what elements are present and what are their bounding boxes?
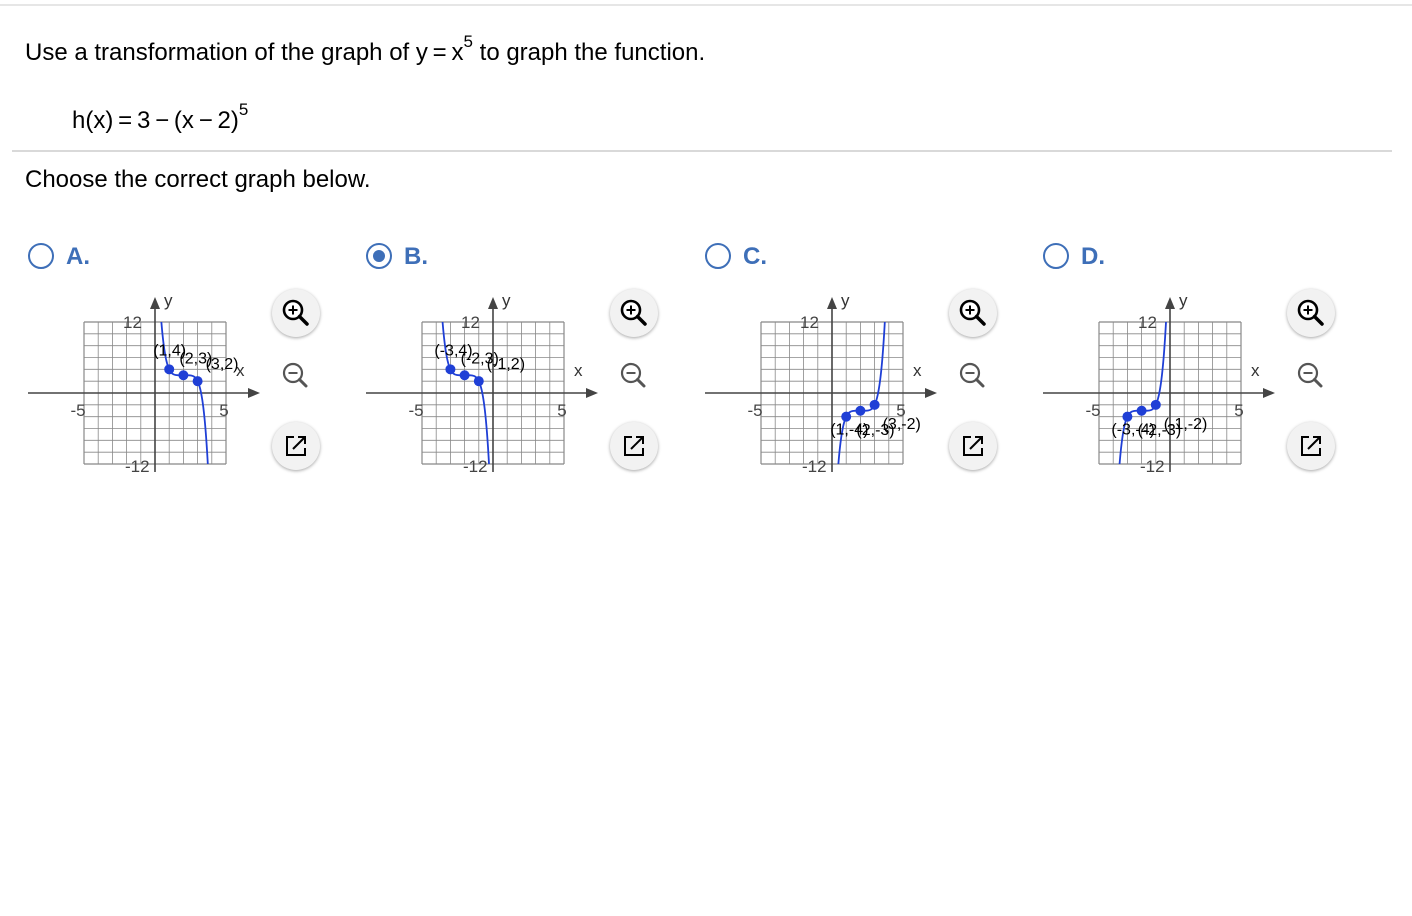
- x-tick-label: 5: [1234, 401, 1243, 420]
- x-axis-label: x: [913, 361, 922, 380]
- open-in-new-window-icon: [1301, 436, 1321, 456]
- data-point: [178, 370, 189, 381]
- option-a-graph: yx12-12-5 5(1,4)(2,3)(3,2): [28, 291, 260, 476]
- question-suffix: to graph the function.: [472, 39, 706, 66]
- y-tick-label: -12: [463, 457, 488, 476]
- point-label: (3,2): [206, 356, 239, 373]
- open-new-window-button[interactable]: [272, 422, 320, 470]
- open-in-new-window-icon: [963, 436, 983, 456]
- data-point: [459, 370, 470, 381]
- option-c[interactable]: C. y x 12 -12 -5 5 (1,-4) (2,-3) (3,-2): [705, 243, 1043, 483]
- open-in-new-window-icon: [624, 436, 644, 456]
- zoom-out-button[interactable]: [610, 352, 658, 400]
- data-point: [445, 364, 456, 375]
- zoom-out-button[interactable]: [272, 352, 320, 400]
- data-point: [869, 399, 880, 410]
- open-new-window-button[interactable]: [1287, 422, 1335, 470]
- y-axis-label: y: [841, 291, 850, 310]
- option-c-graph: yx12-12-5 5(1,-4)(2,-3)(3,-2): [705, 291, 937, 476]
- y-tick-label: 12: [461, 313, 480, 332]
- y-tick-label: -12: [802, 457, 827, 476]
- option-a[interactable]: A. y x 12 -12 -5 5 (1,4) (2,3) (3,2): [28, 243, 366, 483]
- zoom-in-icon: [959, 299, 986, 326]
- zoom-in-icon: [1297, 299, 1324, 326]
- y-axis-arrow: [1165, 297, 1175, 309]
- open-new-window-button[interactable]: [949, 422, 997, 470]
- option-b-radio[interactable]: [366, 243, 392, 269]
- zoom-out-icon: [282, 362, 308, 388]
- y-tick-label: 12: [123, 313, 142, 332]
- function-base: h(x) = 3 − (x − 2): [72, 107, 239, 134]
- zoom-in-button[interactable]: [1287, 289, 1335, 337]
- option-a-radio[interactable]: [28, 243, 54, 269]
- y-axis-arrow: [827, 297, 837, 309]
- x-axis-arrow: [1263, 388, 1275, 398]
- x-tick-label: -5: [1085, 401, 1100, 420]
- data-point: [1150, 399, 1161, 410]
- x-axis-label: x: [574, 361, 583, 380]
- open-in-new-window-icon: [286, 436, 306, 456]
- open-new-window-button[interactable]: [610, 422, 658, 470]
- zoom-out-icon: [959, 362, 985, 388]
- x-tick-label: 5: [557, 401, 566, 420]
- option-d-letter: D.: [1081, 243, 1105, 270]
- option-c-radio[interactable]: [705, 243, 731, 269]
- data-point: [192, 376, 203, 387]
- point-label: (-1,-2): [1164, 416, 1208, 433]
- zoom-out-icon: [620, 362, 646, 388]
- zoom-in-icon: [620, 299, 647, 326]
- y-axis-arrow: [488, 297, 498, 309]
- point-label: (3,-2): [883, 416, 921, 433]
- x-tick-label: -5: [70, 401, 85, 420]
- option-a-letter: A.: [66, 243, 90, 270]
- option-b-graph: yx12-12-5 5(-3,4)(-2,3)(-1,2): [366, 291, 598, 476]
- data-point: [1122, 411, 1133, 422]
- zoom-in-button[interactable]: [272, 289, 320, 337]
- x-tick-label: -5: [408, 401, 423, 420]
- y-tick-label: 12: [800, 313, 819, 332]
- data-point: [164, 364, 175, 375]
- option-b-letter: B.: [404, 243, 428, 270]
- option-d[interactable]: D. y x 12 -12 -5 5 (-3,-4) (-2,-3) (-1,-2): [1043, 243, 1381, 483]
- x-axis-arrow: [248, 388, 260, 398]
- function-exponent: 5: [238, 100, 249, 119]
- x-tick-label: 5: [219, 401, 228, 420]
- option-c-letter: C.: [743, 243, 767, 270]
- y-tick-label: -12: [1140, 457, 1165, 476]
- question-text: Use a transformation of the graph of y =…: [25, 32, 706, 67]
- zoom-in-icon: [282, 299, 309, 326]
- data-point: [473, 376, 484, 387]
- y-axis-label: y: [502, 291, 511, 310]
- zoom-out-button[interactable]: [1287, 352, 1335, 400]
- data-point: [855, 405, 866, 416]
- zoom-in-button[interactable]: [610, 289, 658, 337]
- zoom-in-button[interactable]: [949, 289, 997, 337]
- y-tick-label: -12: [125, 457, 150, 476]
- data-point: [1136, 405, 1147, 416]
- option-d-radio[interactable]: [1043, 243, 1069, 269]
- instruction-text: Choose the correct graph below.: [25, 166, 371, 193]
- y-axis-label: y: [164, 291, 173, 310]
- zoom-out-icon: [1297, 362, 1323, 388]
- option-b[interactable]: B. y x 12 -12 -5 5 (-3,4) (-2,3) (-1,2): [366, 243, 704, 483]
- data-point: [841, 411, 852, 422]
- y-axis-label: y: [1179, 291, 1188, 310]
- option-d-graph: yx12-12-5 5(-3,-4)(-2,-3)(-1,-2): [1043, 291, 1275, 476]
- question-exponent: 5: [463, 32, 473, 51]
- x-tick-label: -5: [747, 401, 762, 420]
- zoom-out-button[interactable]: [949, 352, 997, 400]
- y-tick-label: 12: [1138, 313, 1157, 332]
- top-divider: [0, 4, 1412, 6]
- x-axis-arrow: [586, 388, 598, 398]
- y-axis-arrow: [150, 297, 160, 309]
- point-label: (-1,2): [487, 356, 525, 373]
- x-axis-arrow: [925, 388, 937, 398]
- section-divider: [12, 150, 1392, 152]
- function-expression: h(x) = 3 − (x − 2)5: [72, 100, 248, 135]
- question-prefix: Use a transformation of the graph of y =…: [25, 39, 464, 66]
- x-axis-label: x: [1251, 361, 1260, 380]
